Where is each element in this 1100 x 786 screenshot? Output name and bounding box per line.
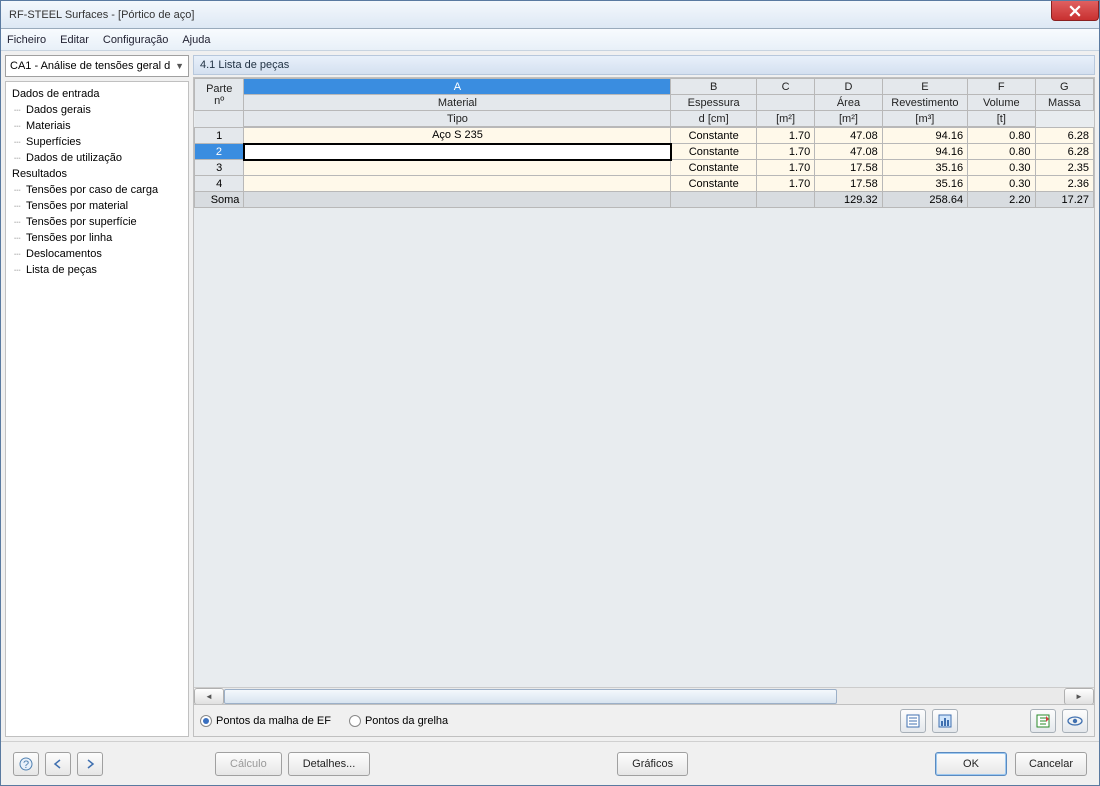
close-button[interactable] (1051, 1, 1099, 21)
sheet-icon (906, 714, 920, 728)
tree-group-input[interactable]: Dados de entrada (8, 86, 186, 102)
radio-dot-icon (349, 715, 361, 727)
chevron-down-icon: ▼ (175, 61, 184, 71)
menu-config[interactable]: Configuração (103, 34, 168, 46)
hdr-rev-u[interactable]: [m²] (815, 111, 882, 127)
chart-icon (938, 714, 952, 728)
scrollbar-horizontal[interactable]: ◄ ► (194, 687, 1094, 704)
tree-item[interactable]: Materiais (8, 118, 186, 134)
scroll-track[interactable] (224, 688, 1064, 705)
help-icon: ? (19, 757, 33, 771)
hdr-massa[interactable]: Massa (1035, 95, 1094, 111)
scroll-left-icon[interactable]: ◄ (194, 688, 224, 705)
ok-button[interactable]: OK (935, 752, 1007, 776)
hdr-esp[interactable]: Espessura (671, 95, 756, 111)
next-icon (83, 757, 97, 771)
tree-item[interactable]: Dados de utilização (8, 150, 186, 166)
tree-item[interactable]: Tensões por caso de carga (8, 182, 186, 198)
toolbar-icon-3[interactable] (1030, 709, 1056, 733)
scroll-thumb[interactable] (224, 689, 837, 704)
menu-edit[interactable]: Editar (60, 34, 89, 46)
hdr-d[interactable]: d [cm] (671, 111, 756, 127)
radio-grid-points[interactable]: Pontos da grelha (349, 715, 448, 727)
hdr-rev[interactable]: Revestimento (882, 95, 967, 111)
nav-tree[interactable]: Dados de entrada Dados gerais Materiais … (5, 81, 189, 737)
table-row: 2 Constante 1.70 47.08 94.16 0.80 6.28 (195, 144, 1094, 160)
toolbar-icon-2[interactable] (932, 709, 958, 733)
radio-dot-icon (200, 715, 212, 727)
help-button[interactable]: ? (13, 752, 39, 776)
menubar: Ficheiro Editar Configuração Ajuda (1, 29, 1099, 51)
left-panel: CA1 - Análise de tensões geral d ▼ Dados… (5, 55, 189, 737)
grid-empty-area (194, 208, 1094, 687)
svg-text:?: ? (23, 759, 29, 771)
col-G[interactable]: G (1035, 79, 1094, 95)
eye-icon (1067, 715, 1083, 727)
footer: ? Cálculo Detalhes... Gráficos OK Cancel… (1, 741, 1099, 785)
hdr-area[interactable]: Área (815, 95, 882, 111)
toolbar-icon-1[interactable] (900, 709, 926, 733)
data-grid[interactable]: Partenº A B C D E F G Material Espessura… (194, 78, 1094, 127)
hdr-massa-u[interactable]: [t] (968, 111, 1035, 127)
col-E[interactable]: E (882, 79, 967, 95)
export-icon (1036, 714, 1050, 728)
close-icon (1069, 5, 1081, 17)
combo-text: CA1 - Análise de tensões geral d (10, 60, 170, 72)
hdr-area-u[interactable]: [m²] (756, 111, 814, 127)
case-combo[interactable]: CA1 - Análise de tensões geral d ▼ (5, 55, 189, 77)
panel-header: 4.1 Lista de peças (193, 55, 1095, 75)
scroll-right-icon[interactable]: ► (1064, 688, 1094, 705)
graphics-button[interactable]: Gráficos (617, 752, 688, 776)
tree-item[interactable]: Dados gerais (8, 102, 186, 118)
options-bar: Pontos da malha de EF Pontos da grelha (193, 705, 1095, 737)
col-parte[interactable]: Partenº (195, 79, 244, 111)
tree-item[interactable]: Tensões por material (8, 198, 186, 214)
data-grid-body[interactable]: 1 Aço S 235 Constante 1.70 47.08 94.16 0… (194, 127, 1094, 208)
next-button[interactable] (77, 752, 103, 776)
calc-button[interactable]: Cálculo (215, 752, 282, 776)
table-row: 1 Aço S 235 Constante 1.70 47.08 94.16 0… (195, 128, 1094, 144)
table-sum-row: Soma 129.32 258.64 2.20 17.27 (195, 192, 1094, 208)
hdr-vol-u[interactable]: [m³] (882, 111, 967, 127)
hdr-material[interactable]: Material (244, 95, 671, 111)
details-button[interactable]: Detalhes... (288, 752, 371, 776)
hdr-tipo[interactable]: Tipo (244, 111, 671, 127)
menu-file[interactable]: Ficheiro (7, 34, 46, 46)
table-row: 4 Constante 1.70 17.58 35.16 0.30 2.36 (195, 176, 1094, 192)
table-row: 3 Constante 1.70 17.58 35.16 0.30 2.35 (195, 160, 1094, 176)
col-C[interactable]: C (756, 79, 814, 95)
hdr-vol[interactable]: Volume (968, 95, 1035, 111)
menu-help[interactable]: Ajuda (182, 34, 210, 46)
col-D[interactable]: D (815, 79, 882, 95)
tree-item[interactable]: Superfícies (8, 134, 186, 150)
toolbar-icon-4[interactable] (1062, 709, 1088, 733)
hdr-d-blank[interactable] (756, 95, 814, 111)
app-window: RF-STEEL Surfaces - [Pórtico de aço] Fic… (0, 0, 1100, 786)
tree-item[interactable]: Lista de peças (8, 262, 186, 278)
col-F[interactable]: F (968, 79, 1035, 95)
col-A[interactable]: A (244, 79, 671, 95)
titlebar[interactable]: RF-STEEL Surfaces - [Pórtico de aço] (1, 1, 1099, 29)
cancel-button[interactable]: Cancelar (1015, 752, 1087, 776)
window-title: RF-STEEL Surfaces - [Pórtico de aço] (9, 9, 194, 21)
tree-item[interactable]: Tensões por superfície (8, 214, 186, 230)
tree-item[interactable]: Deslocamentos (8, 246, 186, 262)
body: CA1 - Análise de tensões geral d ▼ Dados… (1, 51, 1099, 741)
prev-icon (51, 757, 65, 771)
radio-fe-points[interactable]: Pontos da malha de EF (200, 715, 331, 727)
tree-group-results[interactable]: Resultados (8, 166, 186, 182)
right-panel: 4.1 Lista de peças Partenº A B C D E F G (193, 55, 1095, 737)
prev-button[interactable] (45, 752, 71, 776)
grid-container: Partenº A B C D E F G Material Espessura… (193, 77, 1095, 705)
col-B[interactable]: B (671, 79, 756, 95)
tree-item[interactable]: Tensões por linha (8, 230, 186, 246)
